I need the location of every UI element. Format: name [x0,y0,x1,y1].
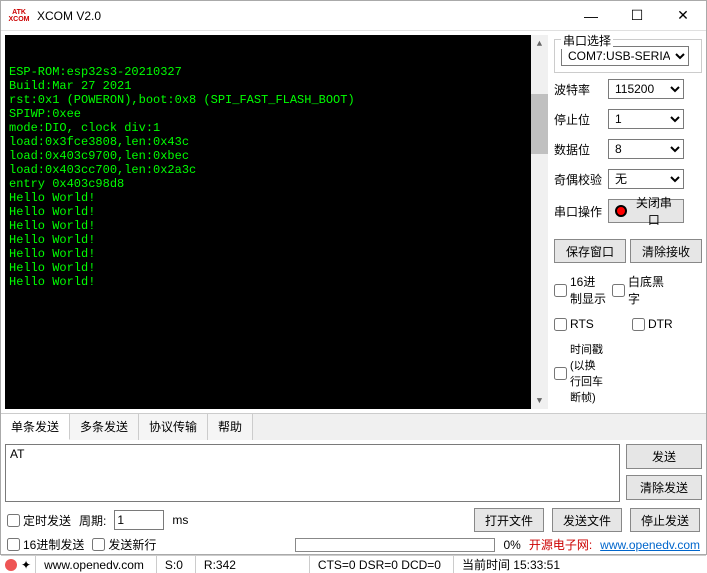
scroll-up-icon[interactable]: ▲ [531,35,548,52]
link-prefix: 开源电子网: [529,536,592,553]
clear-receive-button[interactable]: 清除接收 [630,239,702,263]
scroll-down-icon[interactable]: ▼ [531,392,548,409]
status-s: S:0 [156,556,191,573]
status-r: R:342 [195,556,305,573]
send-newline-checkbox[interactable]: 发送新行 [92,536,156,553]
data-label: 数据位 [554,141,606,158]
close-port-button[interactable]: 关闭串口 [608,199,684,223]
window-title: XCOM V2.0 [37,9,568,23]
baud-select[interactable]: 115200 [608,79,684,99]
terminal-output[interactable]: ESP-ROM:esp32s3-20210327 Build:Mar 27 20… [5,35,548,409]
port-group-label: 串口选择 [561,32,613,49]
close-button[interactable]: ✕ [660,1,706,31]
dtr-checkbox[interactable]: DTR [632,317,684,331]
data-select[interactable]: 8 [608,139,684,159]
stop-label: 停止位 [554,111,606,128]
parity-select[interactable]: 无 [608,169,684,189]
tab-strip: 单条发送 多条发送 协议传输 帮助 [1,414,706,440]
app-logo: ATKXCOM [7,4,31,28]
ms-label: ms [172,513,188,527]
op-label: 串口操作 [554,203,606,220]
baud-label: 波特率 [554,81,606,98]
stop-send-button[interactable]: 停止发送 [630,508,700,532]
white-bg-checkbox[interactable]: 白底黑字 [612,273,664,307]
port-groupbox: 串口选择 COM7:USB-SERIAL [554,39,702,73]
tab-help[interactable]: 帮助 [208,414,253,440]
port-select[interactable]: COM7:USB-SERIAL [561,46,689,66]
send-input[interactable] [5,444,620,502]
stop-select[interactable]: 1 [608,109,684,129]
hex-send-checkbox[interactable]: 16进制发送 [7,536,84,553]
timed-send-checkbox[interactable]: 定时发送 [7,512,71,529]
maximize-button[interactable]: ☐ [614,1,660,31]
save-window-button[interactable]: 保存窗口 [554,239,626,263]
period-input[interactable] [114,510,164,530]
period-label: 周期: [79,512,106,529]
send-button[interactable]: 发送 [626,444,702,469]
status-time: 当前时间 15:33:51 [453,556,568,573]
tab-single-send[interactable]: 单条发送 [1,414,70,440]
tab-protocol[interactable]: 协议传输 [139,414,208,440]
openedv-link[interactable]: www.openedv.com [600,538,700,552]
status-url[interactable]: www.openedv.com [35,556,152,573]
record-icon [615,205,627,217]
hex-display-checkbox[interactable]: 16进制显示 [554,273,606,307]
terminal-scrollbar[interactable]: ▲ ▼ [531,35,548,409]
scroll-thumb[interactable] [531,94,548,154]
status-cts: CTS=0 DSR=0 DCD=0 [309,556,449,573]
timestamp-checkbox[interactable]: 时间戳(以换行回车断帧) [554,341,606,405]
send-file-button[interactable]: 发送文件 [552,508,622,532]
progress-bar [295,538,495,552]
tab-multi-send[interactable]: 多条发送 [70,414,139,440]
open-file-button[interactable]: 打开文件 [474,508,544,532]
minimize-button[interactable]: — [568,1,614,31]
progress-pct: 0% [503,538,520,552]
parity-label: 奇偶校验 [554,171,606,188]
rts-checkbox[interactable]: RTS [554,317,606,331]
terminal-text: ESP-ROM:esp32s3-20210327 Build:Mar 27 20… [9,65,544,289]
clear-send-button[interactable]: 清除发送 [626,475,702,500]
status-orb-icon [5,559,17,571]
